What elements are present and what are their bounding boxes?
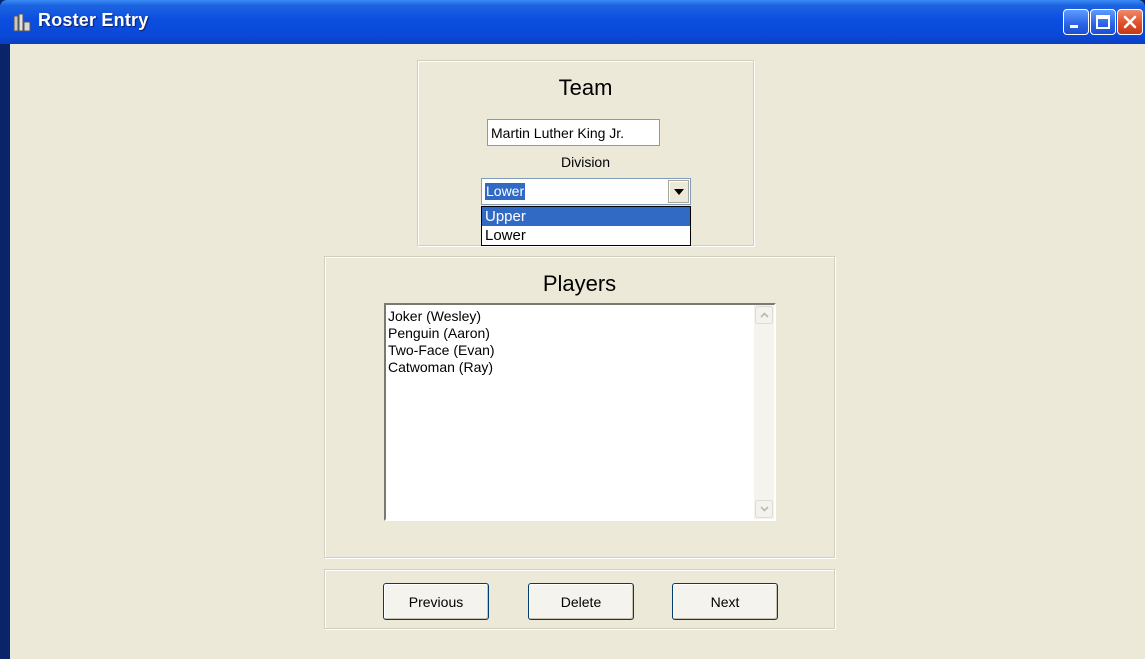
division-select[interactable]: Lower [481,178,691,205]
players-listbox[interactable]: Joker (Wesley) Penguin (Aaron) Two-Face … [384,303,776,521]
maximize-icon [1096,15,1110,29]
roster-app-icon [13,13,31,32]
chevron-down-icon [674,189,684,195]
client-area: Team Division Lower Upper Lower Players [10,44,1145,659]
division-dropdown-list: Upper Lower [481,206,691,246]
division-dropdown-button[interactable] [668,180,689,203]
app-window: Roster Entry Team Division Lower [0,0,1145,659]
minimize-button[interactable] [1063,9,1089,35]
window-title: Roster Entry [38,10,149,30]
team-heading: Team [558,75,613,100]
division-selected-value: Lower [485,183,526,200]
team-group: Team Division Lower Upper Lower [417,60,754,246]
delete-button[interactable]: Delete [528,583,634,620]
player-list-item[interactable]: Catwoman (Ray) [388,359,774,376]
close-icon [1123,15,1137,29]
players-group: Players Joker (Wesley) Penguin (Aaron) T… [324,256,835,558]
player-list-item[interactable]: Two-Face (Evan) [388,342,774,359]
division-option-lower[interactable]: Lower [482,226,690,245]
division-option-upper[interactable]: Upper [482,207,690,226]
title-bar[interactable]: Roster Entry [0,0,1145,44]
player-list-item[interactable]: Penguin (Aaron) [388,325,774,342]
next-button[interactable]: Next [672,583,778,620]
division-label: Division [560,154,610,170]
previous-button[interactable]: Previous [383,583,489,620]
scroll-up-icon [760,312,769,318]
scroll-down-button[interactable] [755,500,773,518]
players-heading: Players [542,271,617,296]
maximize-button[interactable] [1090,9,1116,35]
navigation-button-group: Previous Delete Next [324,569,835,629]
player-list-item[interactable]: Joker (Wesley) [388,308,774,325]
players-scrollbar[interactable] [754,305,774,519]
close-button[interactable] [1117,9,1143,35]
team-name-input[interactable] [487,119,660,146]
scroll-up-button[interactable] [755,306,773,324]
scroll-down-icon [760,506,769,512]
minimize-icon [1070,25,1078,28]
